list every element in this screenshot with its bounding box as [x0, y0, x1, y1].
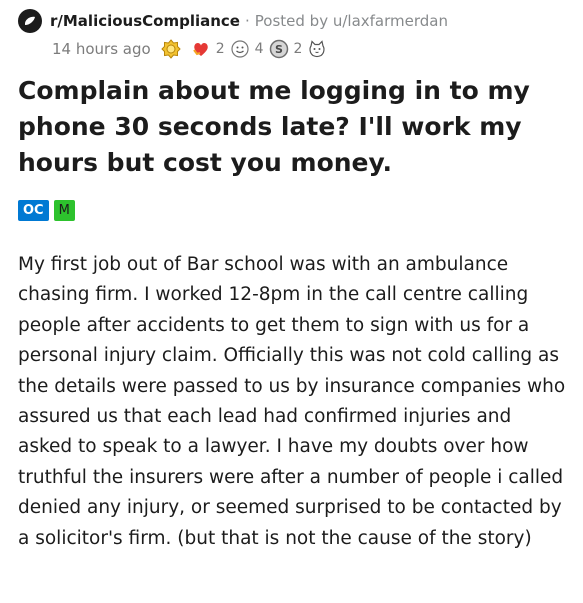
post-time[interactable]: 14 hours ago: [52, 40, 151, 58]
post-header: r/MaliciousCompliance · Posted by u/laxf…: [18, 9, 448, 33]
post-title[interactable]: Complain about me logging in to my phone…: [18, 73, 566, 181]
posted-by[interactable]: Posted by u/laxfarmerdan: [255, 12, 448, 30]
face-award-icon[interactable]: [230, 39, 250, 59]
subreddit-link[interactable]: r/MaliciousCompliance: [50, 12, 240, 30]
award-count: 4: [254, 41, 264, 57]
cat-award-icon[interactable]: [307, 39, 327, 59]
flair-row: OC M: [18, 200, 75, 221]
oc-flair[interactable]: OC: [18, 200, 49, 221]
post-meta: 14 hours ago 2 4 S 2: [52, 37, 337, 61]
subreddit-icon[interactable]: [18, 9, 42, 33]
heart-hands-award-icon[interactable]: [191, 39, 211, 59]
silver-award-icon[interactable]: [160, 39, 181, 59]
award-count: 2: [215, 41, 225, 57]
m-flair[interactable]: M: [53, 200, 75, 221]
svg-text:S: S: [275, 43, 283, 56]
separator-dot: ·: [244, 12, 250, 30]
reddit-post: r/MaliciousCompliance · Posted by u/laxf…: [0, 0, 583, 603]
post-body: My first job out of Bar school was with …: [18, 254, 566, 549]
coin-award-icon[interactable]: S: [269, 39, 289, 59]
award-count: 2: [293, 41, 303, 57]
